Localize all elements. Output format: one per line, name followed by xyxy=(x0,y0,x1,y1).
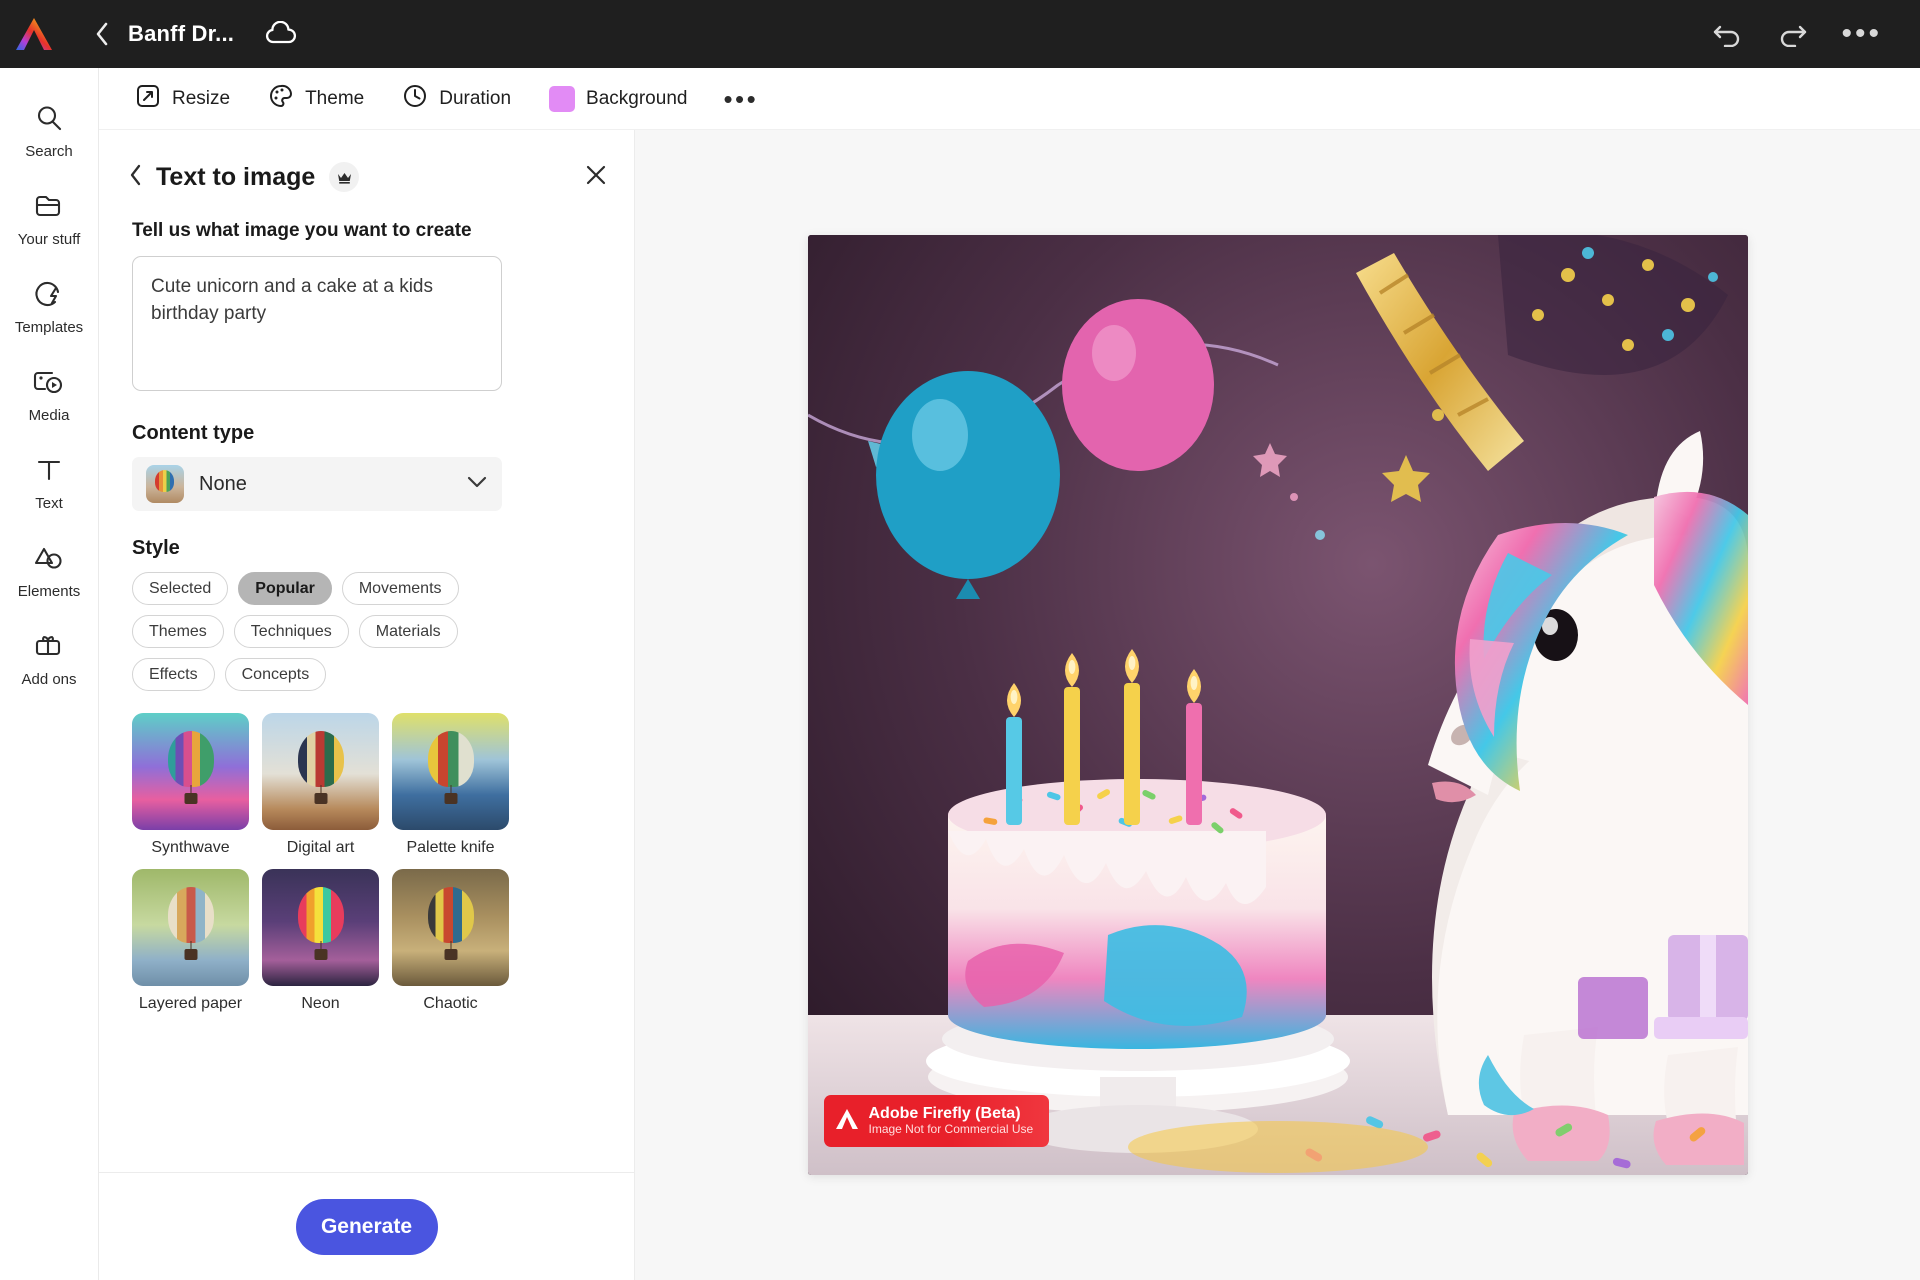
style-chip-techniques[interactable]: Techniques xyxy=(233,615,349,648)
sidebar-item-label: Text xyxy=(35,494,63,512)
watermark-subtitle: Image Not for Commercial Use xyxy=(868,1122,1034,1137)
style-chip-materials[interactable]: Materials xyxy=(358,615,458,648)
adobe-express-logo-icon[interactable] xyxy=(0,0,68,68)
style-chip-popular[interactable]: Popular xyxy=(238,572,332,605)
style-preset-label: Layered paper xyxy=(138,995,243,1012)
palette-icon xyxy=(268,83,294,115)
sidebar-item-label: Your stuff xyxy=(17,230,81,248)
style-preset-label: Synthwave xyxy=(151,839,230,856)
style-preset-thumbnail xyxy=(262,869,379,986)
duration-label: Duration xyxy=(439,87,512,109)
style-preset-label: Neon xyxy=(301,995,340,1012)
generate-bar: Generate xyxy=(99,1172,635,1280)
sidebar-item-label: Add ons xyxy=(21,670,77,688)
style-preset-neon[interactable]: Neon xyxy=(262,869,379,1013)
cloud-saved-icon[interactable] xyxy=(264,21,298,47)
document-toolbar: Resize Theme Duration Background ••• xyxy=(99,68,1920,130)
crown-icon xyxy=(329,162,360,192)
style-category-chips: Selected Popular Movements Themes Techniques… xyxy=(132,572,532,691)
generate-button[interactable]: Generate xyxy=(295,1198,438,1255)
sidebar-item-add-ons[interactable]: Add ons xyxy=(0,614,99,702)
generated-image[interactable]: Adobe Firefly (Beta) Image Not for Comme… xyxy=(807,235,1748,1175)
style-preset-layered-paper[interactable]: Layered paper xyxy=(132,869,249,1013)
style-chip-movements[interactable]: Movements xyxy=(341,572,459,605)
style-chip-concepts[interactable]: Concepts xyxy=(224,658,327,691)
panel-body: Tell us what image you want to create Co… xyxy=(99,220,634,1013)
panel-back-button[interactable] xyxy=(129,164,142,191)
style-chip-effects[interactable]: Effects xyxy=(132,658,215,691)
style-preset-thumbnail xyxy=(262,713,379,830)
sidebar-item-label: Templates xyxy=(14,318,84,336)
templates-icon xyxy=(33,277,65,311)
search-icon xyxy=(34,101,64,135)
content-type-select[interactable]: None xyxy=(132,457,502,511)
style-chip-selected[interactable]: Selected xyxy=(132,572,229,605)
add-ons-icon xyxy=(33,629,65,663)
sidebar-item-label: Search xyxy=(25,142,73,160)
style-preset-chaotic[interactable]: Chaotic xyxy=(392,869,509,1013)
text-to-image-panel: Text to image Tell us what image you wan… xyxy=(99,130,635,1280)
panel-header: Text to image xyxy=(99,130,634,198)
left-sidebar: Search Your stuff Templates Media Text E… xyxy=(0,68,99,1280)
style-preset-palette-knife[interactable]: Palette knife xyxy=(392,713,509,857)
background-button[interactable]: Background xyxy=(535,79,701,119)
sidebar-item-media[interactable]: Media xyxy=(0,350,99,438)
sidebar-item-text[interactable]: Text xyxy=(0,438,99,526)
undo-icon[interactable] xyxy=(1713,21,1743,47)
back-button[interactable] xyxy=(82,14,122,54)
style-preset-synthwave[interactable]: Synthwave xyxy=(132,713,249,857)
toolbar-more-icon[interactable]: ••• xyxy=(711,86,770,112)
more-options-icon[interactable]: ••• xyxy=(1841,19,1882,49)
text-icon xyxy=(34,453,64,487)
resize-label: Resize xyxy=(172,87,231,109)
media-icon xyxy=(32,365,66,399)
style-preset-label: Chaotic xyxy=(423,995,478,1012)
prompt-label: Tell us what image you want to create xyxy=(132,220,472,241)
watermark-title: Adobe Firefly (Beta) xyxy=(868,1104,1021,1122)
sidebar-item-elements[interactable]: Elements xyxy=(0,526,99,614)
top-bar: Banff Dr... ••• xyxy=(0,0,1920,68)
resize-button[interactable]: Resize xyxy=(121,76,244,122)
content-type-value: None xyxy=(199,472,247,495)
chevron-down-icon[interactable] xyxy=(466,475,488,494)
adobe-logo-icon xyxy=(834,1107,860,1136)
style-preset-thumbnail xyxy=(392,713,509,830)
background-label: Background xyxy=(586,87,688,109)
sidebar-item-label: Elements xyxy=(17,582,81,600)
sidebar-item-your-stuff[interactable]: Your stuff xyxy=(0,174,99,262)
duration-button[interactable]: Duration xyxy=(388,76,525,122)
style-preset-digital-art[interactable]: Digital art xyxy=(262,713,379,857)
redo-icon[interactable] xyxy=(1777,21,1807,47)
close-icon[interactable] xyxy=(584,163,608,191)
sidebar-item-search[interactable]: Search xyxy=(0,86,99,174)
page-title: Text to image xyxy=(156,162,316,191)
style-preset-thumbnail xyxy=(132,869,249,986)
background-color-swatch[interactable] xyxy=(549,85,576,112)
top-bar-actions: ••• xyxy=(1713,19,1920,49)
canvas-area[interactable]: Adobe Firefly (Beta) Image Not for Comme… xyxy=(635,130,1920,1280)
resize-icon xyxy=(135,83,161,115)
style-chip-themes[interactable]: Themes xyxy=(132,615,224,648)
style-preset-thumbnail xyxy=(392,869,509,986)
sidebar-item-templates[interactable]: Templates xyxy=(0,262,99,350)
theme-button[interactable]: Theme xyxy=(254,76,378,122)
style-preset-thumbnail xyxy=(132,713,249,830)
elements-icon xyxy=(33,541,65,575)
theme-label: Theme xyxy=(305,87,365,109)
folder-icon xyxy=(33,189,65,223)
prompt-input[interactable] xyxy=(132,256,502,391)
watermark-badge: Adobe Firefly (Beta) Image Not for Comme… xyxy=(823,1095,1050,1147)
style-preset-grid: Synthwave Digital art Palette knife Layered… xyxy=(132,713,601,1013)
sidebar-item-label: Media xyxy=(28,406,70,424)
style-preset-label: Palette knife xyxy=(406,839,495,856)
content-type-label: Content type xyxy=(132,422,255,444)
style-label: Style xyxy=(132,537,180,559)
hot-air-balloon-thumb-icon xyxy=(146,465,184,503)
unicorn-cake-artwork xyxy=(807,235,1748,1175)
style-preset-label: Digital art xyxy=(286,839,355,856)
document-title[interactable]: Banff Dr... xyxy=(128,21,234,47)
clock-icon xyxy=(402,83,428,115)
